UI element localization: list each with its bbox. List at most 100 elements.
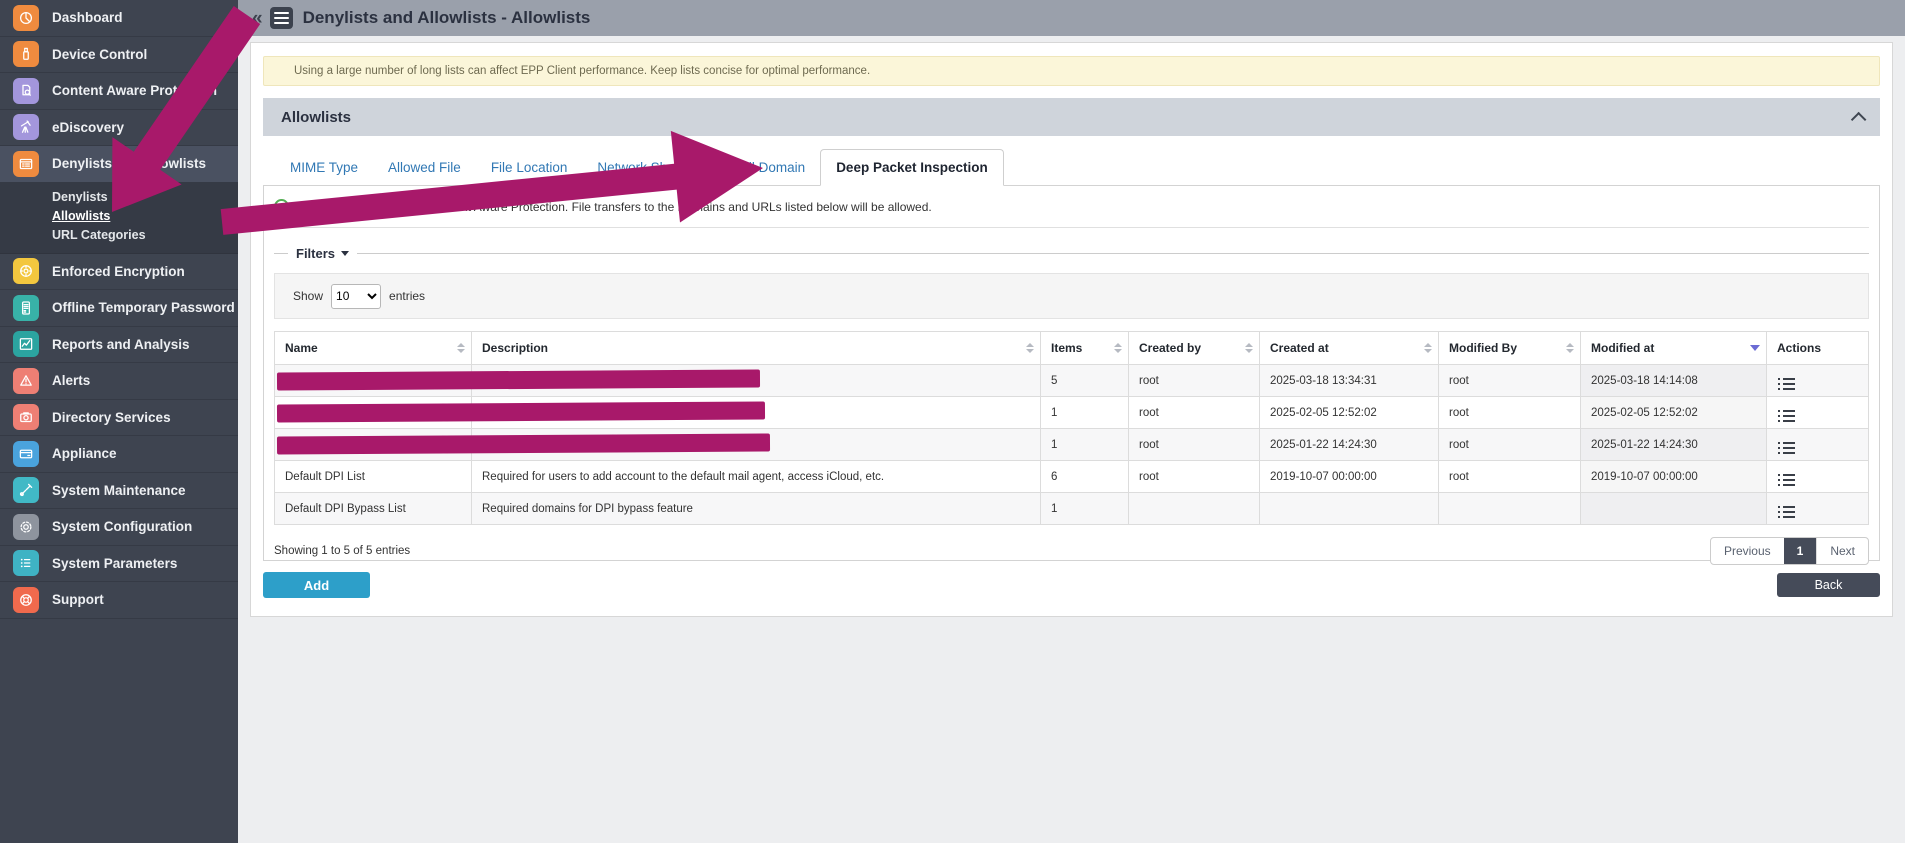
sidebar-item-appliance[interactable]: Appliance [0,436,238,473]
sidebar-item-dashboard[interactable]: Dashboard [0,0,238,37]
sidebar-item-device-control[interactable]: Device Control [0,37,238,73]
cell-modified-by: root [1438,460,1581,493]
sidebar-item-system-maintenance[interactable]: System Maintenance [0,473,238,509]
sidebar-item-offline-temporary-password[interactable]: Offline Temporary Password [0,290,238,327]
separator [274,227,1869,228]
denylists-icon [13,150,39,177]
sidebar-item-enforced-encryption[interactable]: Enforced Encryption [0,254,238,290]
content-aware-protection-icon [13,77,39,104]
column-header-modified-at[interactable]: Modified at [1580,331,1767,365]
actions-menu-icon[interactable] [1777,409,1795,422]
sort-icon [1245,343,1253,353]
sidebar-item-content-aware-protection[interactable]: Content Aware Protection [0,73,238,110]
cell-actions [1766,428,1869,461]
sidebar-item-label: System Parameters [52,555,178,571]
pagination-next[interactable]: Next [1816,538,1868,564]
tab-deep-packet-inspection[interactable]: Deep Packet Inspection [820,149,1004,186]
actions-menu-icon[interactable] [1777,473,1795,486]
cell-items: 1 [1040,428,1129,461]
cell-modified-by: root [1438,396,1581,429]
enforced-encryption-icon [13,258,39,285]
page-title: Denylists and Allowlists - Allowlists [302,8,591,27]
column-header-items[interactable]: Items [1040,331,1129,365]
offline-temporary-password-icon [13,294,39,321]
pagination-previous[interactable]: Previous [1711,538,1784,564]
cell-description: Required domains for DPI bypass feature [471,492,1041,525]
cell-created-by: root [1128,396,1260,429]
sidebar-item-ediscovery[interactable]: eDiscovery [0,110,238,146]
table-wrapper: Name Description Items Created by Created at… [274,331,1869,525]
tab-description: available for Content Aware Protection. … [361,199,932,214]
column-header-description[interactable]: Description [471,331,1041,365]
cell-modified-at: 2025-01-22 14:24:30 [1580,428,1767,461]
column-label: Actions [1777,341,1822,355]
column-header-actions: Actions [1766,331,1869,365]
cell-created-at: 2025-02-05 12:52:02 [1259,396,1439,429]
sidebar-item-directory-services[interactable]: Directory Services [0,400,238,436]
tab-allowed-file[interactable]: Allowed File [373,150,476,185]
add-button[interactable]: Add [263,572,370,598]
cell-created-by [1128,492,1260,525]
sidebar-item-label: Support [52,592,104,608]
sort-icon [1114,343,1122,353]
cell-items: 6 [1040,460,1129,493]
dashboard-icon [13,4,39,31]
sort-icon [457,343,465,353]
table-header-row: Name Description Items Created by Created at… [274,331,1869,365]
sidebar-item-support[interactable]: Support [0,582,238,619]
top-bar: « Denylists and Allowlists - Allowlists [238,0,1905,36]
sidebar-subitem-allowlists[interactable]: Allowlists [0,207,238,226]
sort-icon [1566,343,1574,353]
cell-created-by: root [1128,364,1260,397]
sidebar-item-alerts[interactable]: Alerts [0,363,238,400]
sidebar-subitem-url-categories[interactable]: URL Categories [0,226,238,245]
collapse-sidebar-button[interactable]: « [252,9,263,28]
info-ring-icon [274,199,289,214]
actions-menu-icon[interactable] [1777,505,1795,518]
notice-text: Using a large number of long lists can a… [294,65,871,77]
cell-created-by: root [1128,460,1260,493]
back-button[interactable]: Back [1777,573,1880,597]
column-label: Created at [1270,341,1329,355]
system-maintenance-icon [13,477,39,504]
sidebar-item-label: Device Control [52,46,148,62]
tab-network-share[interactable]: Network Share [582,150,701,185]
appliance-icon [13,440,39,467]
redaction-bar [276,433,771,455]
tab-mime-type[interactable]: MIME Type [275,150,373,185]
sidebar: Dashboard Device Control Content Aware Pro… [0,0,238,843]
cell-modified-at [1580,492,1767,525]
sidebar-item-denylists-and-allowlists[interactable]: Denylists and Allowlists [0,146,238,183]
entries-select[interactable]: 10 [331,283,382,309]
column-header-name[interactable]: Name [274,331,472,365]
sidebar-item-reports-and-analysis[interactable]: Reports and Analysis [0,327,238,363]
actions-menu-icon[interactable] [1777,377,1795,390]
cell-modified-at: 2019-10-07 00:00:00 [1580,460,1767,493]
cell-actions [1766,364,1869,397]
sort-icon [1424,343,1432,353]
sidebar-item-system-configuration[interactable]: System Configuration [0,509,238,546]
column-header-modified-by[interactable]: Modified By [1438,331,1581,365]
tab-file-location[interactable]: File Location [476,150,583,185]
sidebar-item-system-parameters[interactable]: System Parameters [0,546,238,582]
pagination-page-1[interactable]: 1 [1783,538,1817,564]
redaction-bar [276,369,761,391]
collapse-panel-icon[interactable] [1850,111,1867,127]
column-label: Created by [1139,341,1202,355]
filters-fieldset: Filters [274,246,1869,261]
tab-e-mail-domain[interactable]: E-mail Domain [702,150,821,185]
filters-toggle[interactable]: Filters [288,246,357,261]
sidebar-nav: Dashboard Device Control Content Aware Pro… [0,0,238,619]
sidebar-subitem-denylists[interactable]: Denylists [0,188,238,207]
actions-menu-icon[interactable] [1777,441,1795,454]
system-configuration-icon [13,513,39,540]
table-row: Default DPI List Required for users to ad… [274,460,1869,493]
cell-modified-by: root [1438,364,1581,397]
cell-created-at: 2025-01-22 14:24:30 [1259,428,1439,461]
system-parameters-icon [13,550,39,577]
cell-modified-at: 2025-03-18 14:14:08 [1580,364,1767,397]
column-header-created-by[interactable]: Created by [1128,331,1260,365]
column-header-created-at[interactable]: Created at [1259,331,1439,365]
column-label: Name [285,341,318,355]
alerts-icon [13,367,39,394]
